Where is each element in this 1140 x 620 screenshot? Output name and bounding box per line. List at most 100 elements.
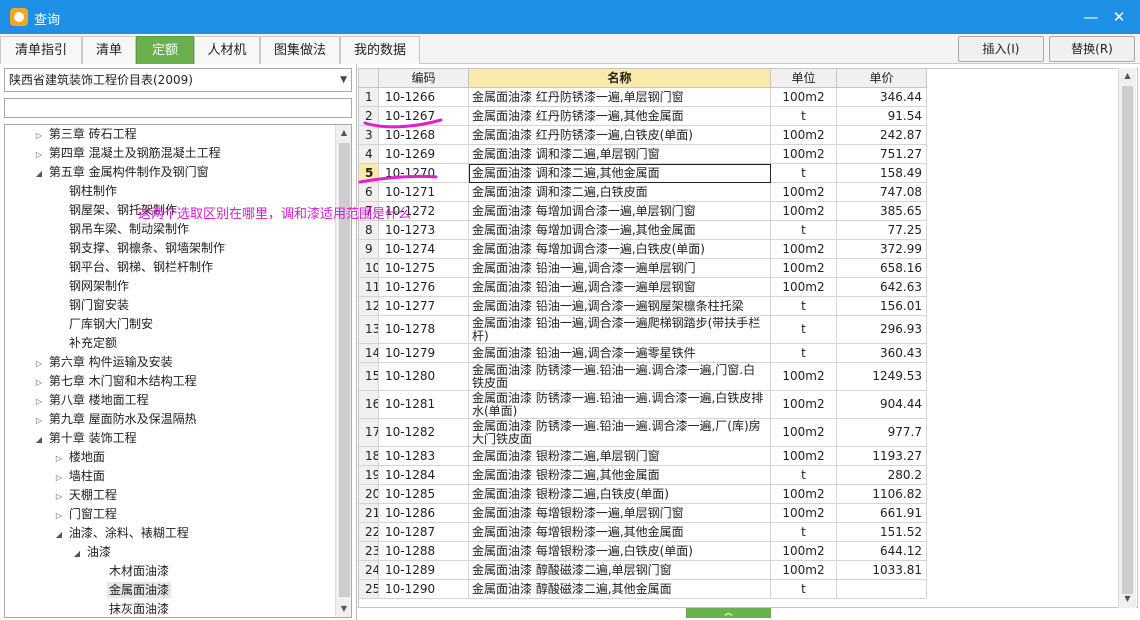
cell-name[interactable]: 金属面油漆 铅油一遍,调合漆一遍单层钢窗: [469, 278, 771, 297]
cell-name[interactable]: 金属面油漆 铅油一遍,调合漆一遍钢屋架檩条柱托梁: [469, 297, 771, 316]
cell-code[interactable]: 10-1274: [379, 240, 469, 259]
cell-unit[interactable]: t: [771, 523, 837, 542]
cell-unit[interactable]: 100m2: [771, 447, 837, 466]
cell-unit[interactable]: t: [771, 107, 837, 126]
collapse-icon[interactable]: ◢: [71, 544, 83, 563]
tree-item[interactable]: 钢平台、钢梯、钢栏杆制作: [69, 258, 213, 277]
cell-price[interactable]: 1033.81: [837, 561, 927, 580]
cell-price[interactable]: 1249.53: [837, 363, 927, 391]
cell-code[interactable]: 10-1275: [379, 259, 469, 278]
cell-unit[interactable]: t: [771, 466, 837, 485]
cell-unit[interactable]: 100m2: [771, 278, 837, 297]
cell-name[interactable]: 金属面油漆 防锈漆一遍.铅油一遍.调合漆一遍,门窗.白铁皮面: [469, 363, 771, 391]
tree-item[interactable]: ▷ 天棚工程: [53, 486, 117, 505]
cell-price[interactable]: 346.44: [837, 88, 927, 107]
cell-code[interactable]: 10-1283: [379, 447, 469, 466]
cell-name[interactable]: 金属面油漆 防锈漆一遍.铅油一遍.调合漆一遍,厂(库)房大门铁皮面: [469, 419, 771, 447]
expand-icon[interactable]: ▷: [33, 354, 45, 373]
expand-icon[interactable]: ▷: [33, 145, 45, 164]
cell-price[interactable]: 904.44: [837, 391, 927, 419]
cell-price[interactable]: 385.65: [837, 202, 927, 221]
cell-price[interactable]: 156.01: [837, 297, 927, 316]
cell-code[interactable]: 10-1286: [379, 504, 469, 523]
cell-price[interactable]: 280.2: [837, 466, 927, 485]
expand-icon[interactable]: ▷: [33, 392, 45, 411]
column-header-unit[interactable]: 单位: [771, 69, 837, 88]
cell-code[interactable]: 10-1289: [379, 561, 469, 580]
tree-item[interactable]: ◢ 第十章 装饰工程: [33, 429, 137, 448]
cell-name[interactable]: 金属面油漆 红丹防锈漆一遍,白铁皮(单面): [469, 126, 771, 145]
cell-name[interactable]: 金属面油漆 红丹防锈漆一遍,其他金属面: [469, 107, 771, 126]
expand-icon[interactable]: ▷: [53, 487, 65, 506]
cell-price[interactable]: 747.08: [837, 183, 927, 202]
tree-item[interactable]: 钢支撑、钢檩条、钢墙架制作: [69, 239, 225, 258]
cell-name[interactable]: 金属面油漆 红丹防锈漆一遍,单层钢门窗: [469, 88, 771, 107]
cell-unit[interactable]: 100m2: [771, 240, 837, 259]
tree-item[interactable]: 钢吊车梁、制动梁制作: [69, 220, 189, 239]
cell-name[interactable]: 金属面油漆 每增加调合漆一遍,白铁皮(单面): [469, 240, 771, 259]
cell-name[interactable]: 金属面油漆 调和漆二遍,其他金属面: [469, 164, 771, 183]
library-select[interactable]: 陕西省建筑装饰工程价目表(2009) ▼: [4, 68, 352, 92]
insert-button[interactable]: 插入(I): [958, 36, 1044, 62]
expand-icon[interactable]: ▷: [53, 506, 65, 525]
tree-item[interactable]: ▷ 第六章 构件运输及安装: [33, 353, 173, 372]
cell-code[interactable]: 10-1282: [379, 419, 469, 447]
cell-unit[interactable]: 100m2: [771, 145, 837, 164]
column-header-price[interactable]: 单价: [837, 69, 927, 88]
cell-price[interactable]: 242.87: [837, 126, 927, 145]
expand-icon[interactable]: ▷: [33, 373, 45, 392]
column-header-code[interactable]: 编码: [379, 69, 469, 88]
table-scrollbar[interactable]: ▲ ▼: [1118, 68, 1136, 608]
cell-price[interactable]: 644.12: [837, 542, 927, 561]
tab-tuji-zuofa[interactable]: 图集做法: [260, 36, 340, 64]
close-icon[interactable]: ✕: [1108, 6, 1130, 28]
column-header-name[interactable]: 名称: [469, 69, 771, 88]
cell-name[interactable]: 金属面油漆 醇酸磁漆二遍,单层钢门窗: [469, 561, 771, 580]
cell-unit[interactable]: 100m2: [771, 542, 837, 561]
cell-price[interactable]: 372.99: [837, 240, 927, 259]
cell-price[interactable]: 91.54: [837, 107, 927, 126]
tree-item[interactable]: ▷ 楼地面: [53, 448, 105, 467]
expand-icon[interactable]: ▷: [53, 468, 65, 487]
cell-price[interactable]: 158.49: [837, 164, 927, 183]
cell-code[interactable]: 10-1288: [379, 542, 469, 561]
tree-item[interactable]: ◢ 油漆、涂料、裱糊工程: [53, 524, 189, 543]
expand-panel-icon[interactable]: ︽: [686, 608, 771, 618]
tab-rencaiji[interactable]: 人材机: [194, 36, 260, 64]
cell-price[interactable]: 977.7: [837, 419, 927, 447]
tree-item[interactable]: ▷ 门窗工程: [53, 505, 117, 524]
tree-item[interactable]: ▷ 第七章 木门窗和木结构工程: [33, 372, 197, 391]
cell-name[interactable]: 金属面油漆 铅油一遍,调合漆一遍零星铁件: [469, 344, 771, 363]
cell-name[interactable]: 金属面油漆 调和漆二遍,单层钢门窗: [469, 145, 771, 164]
cell-unit[interactable]: 100m2: [771, 561, 837, 580]
tree-item[interactable]: ◢ 第五章 金属构件制作及钢门窗: [33, 163, 209, 182]
cell-code[interactable]: 10-1279: [379, 344, 469, 363]
collapse-icon[interactable]: ◢: [53, 525, 65, 544]
cell-unit[interactable]: t: [771, 580, 837, 599]
expand-icon[interactable]: ▷: [33, 126, 45, 145]
cell-unit[interactable]: 100m2: [771, 88, 837, 107]
cell-price[interactable]: 642.63: [837, 278, 927, 297]
cell-name[interactable]: 金属面油漆 醇酸磁漆二遍,其他金属面: [469, 580, 771, 599]
cell-name[interactable]: 金属面油漆 每增加调合漆一遍,其他金属面: [469, 221, 771, 240]
cell-name[interactable]: 金属面油漆 银粉漆二遍,单层钢门窗: [469, 447, 771, 466]
expand-icon[interactable]: ▷: [33, 411, 45, 430]
scroll-down-icon[interactable]: ▼: [1119, 591, 1136, 607]
cell-code[interactable]: 10-1287: [379, 523, 469, 542]
chevron-down-icon[interactable]: ▼: [340, 69, 347, 91]
scroll-down-icon[interactable]: ▼: [336, 601, 351, 617]
cell-price[interactable]: 751.27: [837, 145, 927, 164]
tree-item[interactable]: ▷ 第九章 屋面防水及保温隔热: [33, 410, 197, 429]
tree-scrollbar[interactable]: ▲ ▼: [335, 125, 351, 617]
tab-qingdan[interactable]: 清单: [82, 36, 136, 64]
tab-my-data[interactable]: 我的数据: [340, 36, 420, 64]
replace-button[interactable]: 替换(R): [1049, 36, 1135, 62]
tree-item[interactable]: ◢ 油漆: [71, 543, 111, 562]
cell-unit[interactable]: 100m2: [771, 504, 837, 523]
tree-item[interactable]: 钢门窗安装: [69, 296, 129, 315]
cell-code[interactable]: 10-1285: [379, 485, 469, 504]
tree-item[interactable]: ▷ 第八章 楼地面工程: [33, 391, 149, 410]
cell-code[interactable]: 10-1276: [379, 278, 469, 297]
cell-unit[interactable]: 100m2: [771, 363, 837, 391]
cell-code[interactable]: 10-1269: [379, 145, 469, 164]
